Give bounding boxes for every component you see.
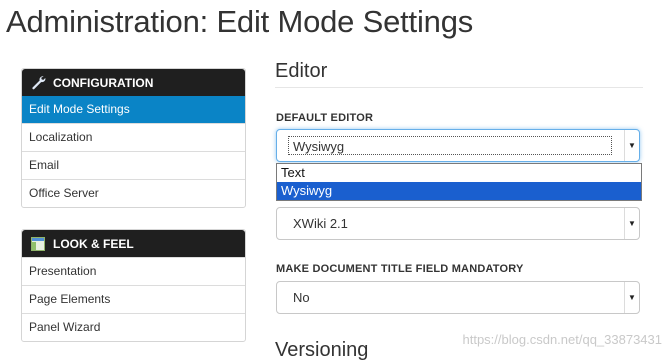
versioning-section-heading: Versioning [275, 339, 369, 361]
page-title: Administration: Edit Mode Settings [6, 4, 474, 39]
dropdown-option-text[interactable]: Text [277, 164, 641, 182]
chevron-down-icon[interactable]: ▼ [624, 208, 639, 239]
sidebar-item-office-server[interactable]: Office Server [22, 179, 245, 207]
configuration-panel: CONFIGURATION Edit Mode Settings Localiz… [21, 68, 246, 208]
configuration-panel-header: CONFIGURATION [22, 69, 245, 96]
sidebar-item-presentation[interactable]: Presentation [22, 257, 245, 285]
sidebar-item-page-elements[interactable]: Page Elements [22, 285, 245, 313]
default-editor-label: DEFAULT EDITOR [276, 112, 374, 124]
watermark: https://blog.csdn.net/qq_33873431 [462, 332, 663, 347]
mandatory-title-label: MAKE DOCUMENT TITLE FIELD MANDATORY [276, 263, 524, 275]
sidebar-item-edit-mode-settings[interactable]: Edit Mode Settings [22, 96, 245, 123]
chevron-down-icon[interactable]: ▼ [624, 130, 639, 161]
wrench-icon [30, 75, 46, 91]
look-and-feel-panel: LOOK & FEEL Presentation Page Elements P… [21, 229, 246, 342]
sidebar-item-localization[interactable]: Localization [22, 123, 245, 151]
mandatory-title-value: No [293, 290, 310, 305]
sidebar-item-email[interactable]: Email [22, 151, 245, 179]
syntax-select[interactable]: XWiki 2.1 ▼ [276, 207, 640, 240]
chevron-down-icon[interactable]: ▼ [624, 282, 639, 313]
look-and-feel-heading: LOOK & FEEL [53, 236, 134, 251]
default-editor-value: Wysiwyg [293, 139, 345, 154]
configuration-heading: CONFIGURATION [53, 75, 154, 90]
sidebar-item-panel-wizard[interactable]: Panel Wizard [22, 313, 245, 341]
mandatory-title-select[interactable]: No ▼ [276, 281, 640, 314]
editor-section-heading: Editor [275, 60, 328, 82]
layout-icon [30, 236, 46, 252]
section-divider [275, 87, 643, 88]
look-and-feel-panel-header: LOOK & FEEL [22, 230, 245, 257]
dropdown-option-wysiwyg[interactable]: Wysiwyg [277, 182, 641, 200]
default-editor-select[interactable]: Wysiwyg ▼ [276, 129, 640, 162]
default-editor-dropdown[interactable]: Text Wysiwyg [276, 163, 642, 201]
syntax-value: XWiki 2.1 [293, 216, 348, 231]
